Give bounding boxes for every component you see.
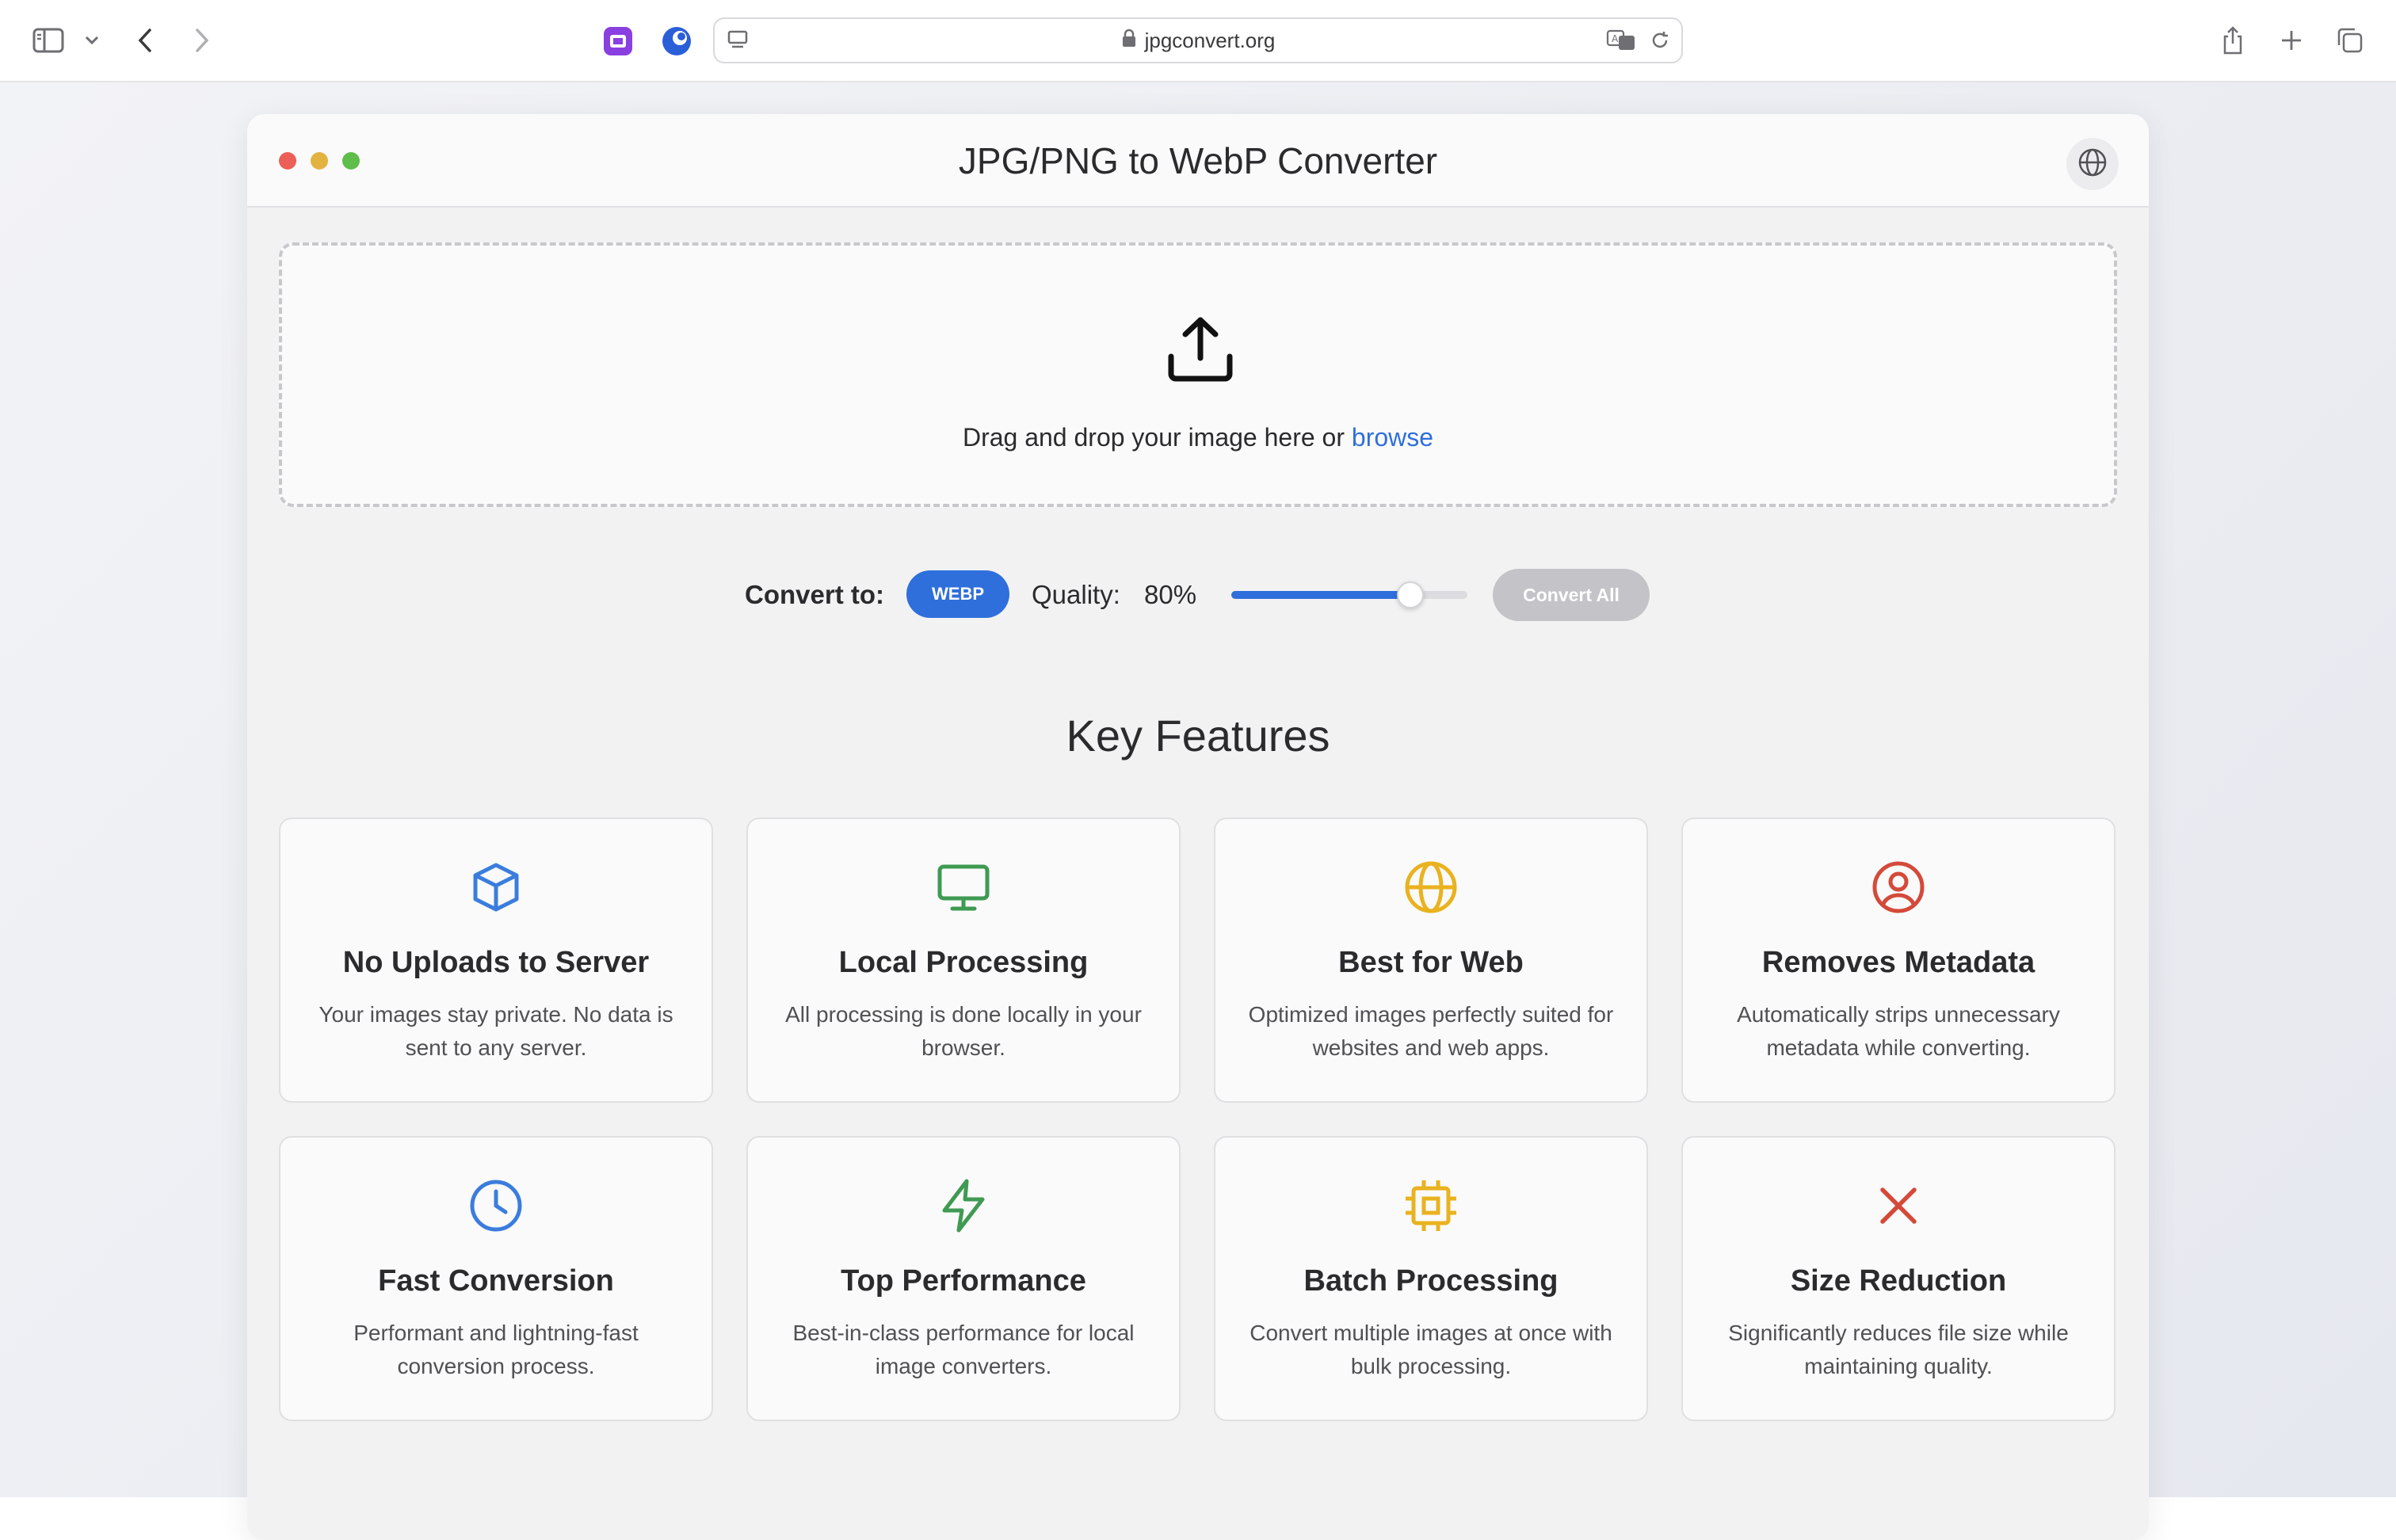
feature-title: Batch Processing	[1303, 1264, 1559, 1298]
url-text: jpgconvert.org	[1144, 28, 1276, 52]
language-button[interactable]	[2066, 138, 2119, 190]
feature-description: Automatically strips unnecessary metadat…	[1737, 1002, 2060, 1060]
lightning-icon	[935, 1177, 992, 1234]
back-arrow-icon[interactable]	[133, 24, 157, 57]
browse-link[interactable]: browse	[1352, 423, 1433, 452]
feature-card: No Uploads to Server Your images stay pr…	[279, 818, 713, 1103]
forward-arrow-icon[interactable]	[190, 24, 214, 57]
quality-label: Quality:	[1032, 580, 1120, 609]
share-icon[interactable]	[2217, 22, 2249, 59]
page-background: JPG/PNG to WebP Converter Drag and drop …	[0, 82, 2396, 1540]
convert-to-label: Convert to:	[745, 580, 884, 609]
translate-icon[interactable]: A	[1605, 29, 1637, 52]
feature-description: Optimized images perfectly suited for we…	[1248, 1002, 1614, 1060]
image-dropzone[interactable]: Drag and drop your image here or browse	[279, 242, 2117, 507]
feature-description: All processing is done locally in your b…	[785, 1002, 1142, 1060]
feature-card: Size Reduction Significantly reduces fil…	[1681, 1136, 2116, 1421]
feature-title: Fast Conversion	[378, 1264, 614, 1298]
feature-card: Fast Conversion Performant and lightning…	[279, 1136, 713, 1421]
feature-description: Performant and lightning-fast conversion…	[353, 1321, 639, 1378]
quality-value: 80%	[1144, 580, 1197, 609]
quality-slider[interactable]	[1231, 581, 1467, 608]
new-tab-icon[interactable]	[2276, 24, 2307, 57]
globe-icon	[2077, 147, 2108, 182]
address-bar[interactable]: jpgconvert.org A	[713, 17, 1683, 63]
upload-icon	[1166, 315, 1234, 387]
feature-title: Size Reduction	[1790, 1264, 2007, 1298]
quality-slider-fill	[1231, 591, 1411, 599]
features-heading: Key Features	[1066, 711, 1330, 760]
chevron-down-icon[interactable]	[81, 29, 103, 52]
cube-icon	[467, 859, 525, 916]
lock-icon	[1121, 29, 1137, 53]
monitor-icon	[935, 859, 992, 916]
feature-description: Your images stay private. No data is sen…	[319, 1002, 673, 1060]
feature-card: Batch Processing Convert multiple images…	[1214, 1136, 1648, 1421]
dropzone-text: Drag and drop your image here or browse	[282, 423, 2114, 452]
dropzone-prompt: Drag and drop your image here or	[962, 423, 1352, 452]
feature-card: Local Processing All processing is done …	[746, 818, 1181, 1103]
conversion-controls: Convert to: WEBP Quality: 80% Convert Al…	[247, 569, 2149, 621]
feature-title: Local Processing	[838, 946, 1089, 979]
extension-blue-icon[interactable]	[661, 25, 692, 57]
user-circle-icon	[1870, 859, 1927, 916]
reload-icon[interactable]	[1648, 29, 1672, 52]
features-grid: No Uploads to Server Your images stay pr…	[279, 818, 2117, 1421]
feature-card: Top Performance Best-in-class performanc…	[746, 1136, 1181, 1421]
feature-description: Convert multiple images at once with bul…	[1250, 1321, 1612, 1378]
feature-title: Removes Metadata	[1761, 946, 2035, 979]
feature-title: Best for Web	[1338, 946, 1524, 979]
feature-description: Best-in-class performance for local imag…	[792, 1321, 1135, 1378]
feature-title: Top Performance	[841, 1264, 1086, 1298]
chip-icon	[1402, 1177, 1459, 1234]
tab-overview-icon[interactable]	[2334, 24, 2366, 57]
clock-icon	[467, 1177, 525, 1234]
browser-toolbar: jpgconvert.org A	[0, 0, 2396, 82]
quality-slider-thumb[interactable]	[1397, 581, 1425, 608]
globe-icon	[1402, 859, 1459, 916]
extension-purple-icon[interactable]	[602, 25, 634, 57]
feature-description: Significantly reduces file size while ma…	[1728, 1321, 2069, 1378]
convert-all-button[interactable]: Convert All	[1493, 569, 1650, 621]
app-header: JPG/PNG to WebP Converter	[247, 114, 2149, 208]
sidebar-toggle-icon[interactable]	[30, 24, 67, 57]
svg-text:A: A	[1612, 33, 1619, 44]
feature-title: No Uploads to Server	[342, 946, 650, 979]
app-window: JPG/PNG to WebP Converter Drag and drop …	[247, 114, 2149, 1540]
app-title: JPG/PNG to WebP Converter	[958, 140, 1438, 181]
format-webp-button[interactable]: WEBP	[906, 570, 1009, 618]
feature-card: Removes Metadata Automatically strips un…	[1681, 818, 2116, 1103]
x-icon	[1870, 1177, 1927, 1234]
feature-card: Best for Web Optimized images perfectly …	[1214, 818, 1648, 1103]
